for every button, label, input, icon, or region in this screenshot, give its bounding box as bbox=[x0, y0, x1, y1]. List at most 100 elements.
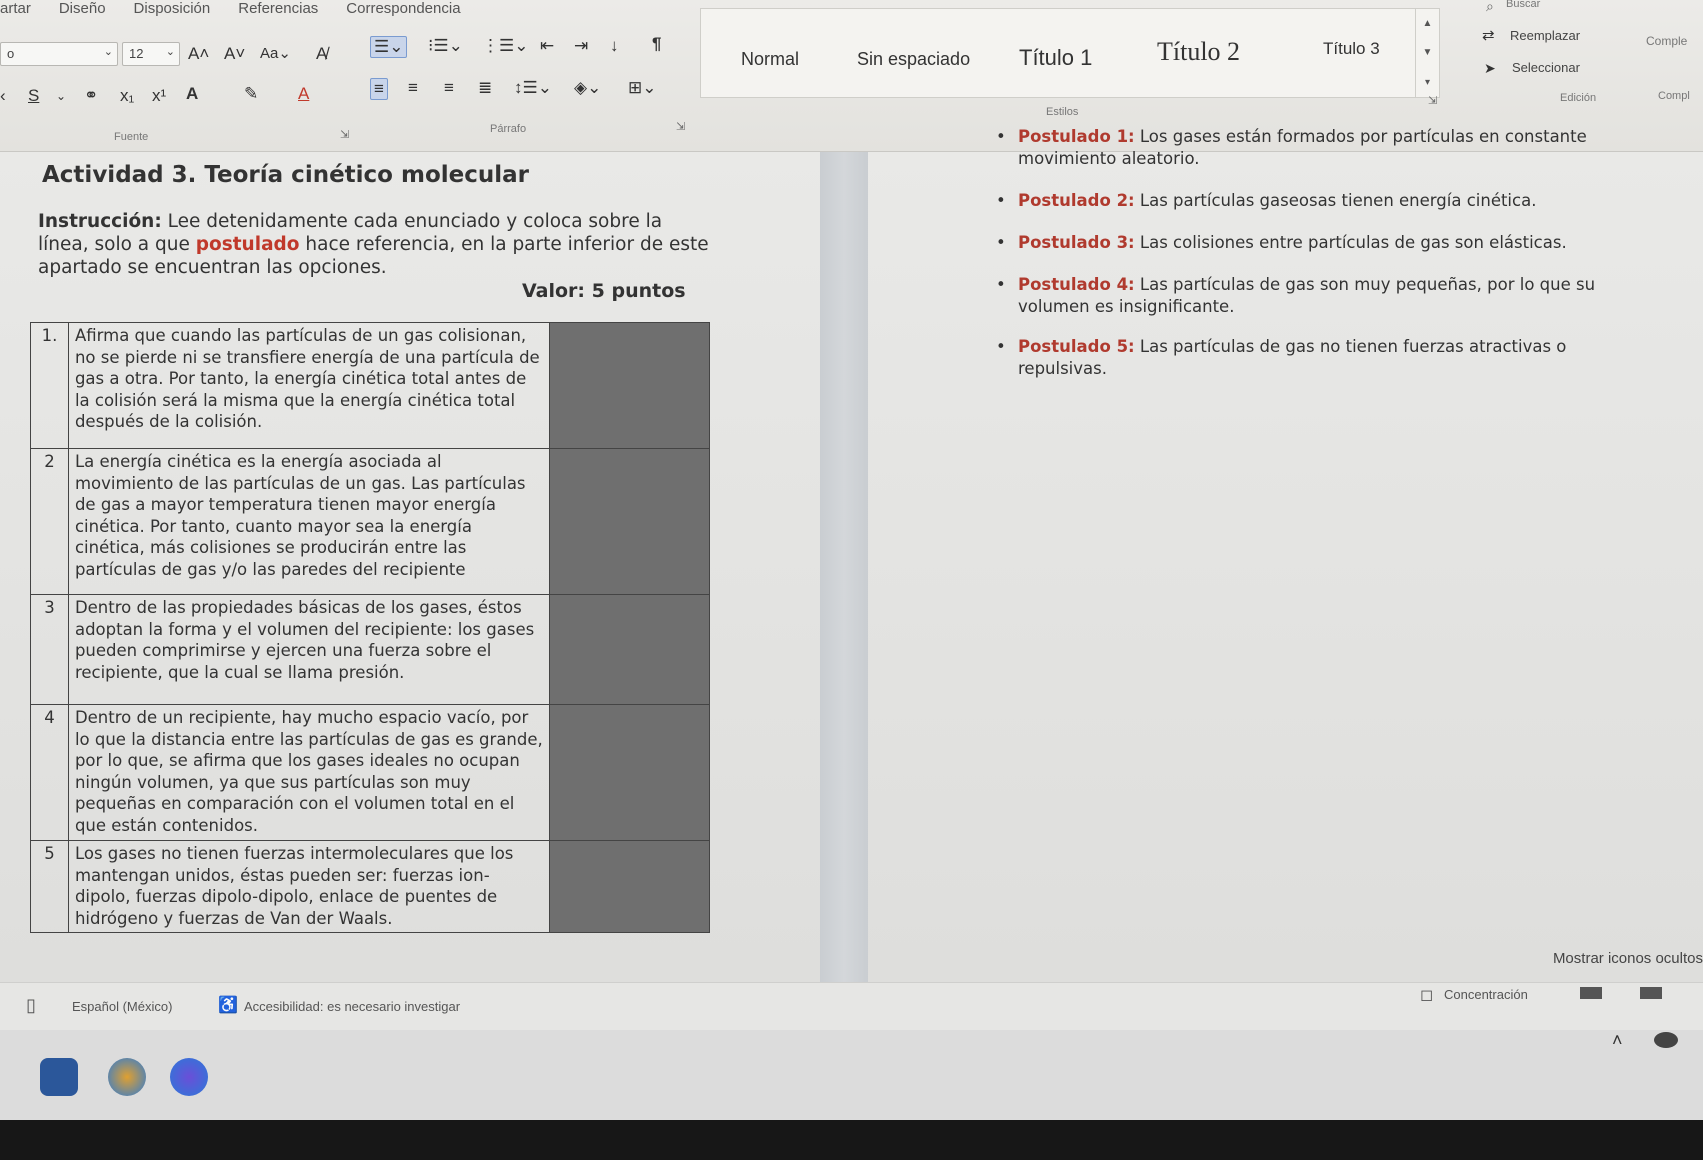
search-label[interactable]: Buscar bbox=[1506, 0, 1540, 10]
grow-font-icon[interactable]: A˄ bbox=[188, 44, 209, 64]
cursor-icon[interactable]: ➤ bbox=[1484, 58, 1496, 78]
answer-cell[interactable] bbox=[549, 840, 710, 933]
table-row: 5 Los gases no tienen fuerzas intermolec… bbox=[30, 840, 710, 933]
chevron-up-icon[interactable]: ˄ bbox=[1612, 1030, 1623, 1051]
chevron-down-icon[interactable]: ⌄ bbox=[56, 86, 66, 106]
dialog-launcher-icon[interactable]: ⇲ bbox=[676, 120, 685, 133]
focus-icon[interactable]: ◻ bbox=[1420, 985, 1433, 1005]
clear-formatting-icon[interactable]: A̸ bbox=[316, 44, 327, 64]
postulate-label: Postulado 4: bbox=[1018, 275, 1135, 294]
pilcrow-icon[interactable]: ¶ bbox=[652, 34, 661, 54]
bullet-icon: • bbox=[996, 233, 1006, 252]
tab-insert[interactable]: artar bbox=[0, 0, 31, 18]
dialog-launcher-icon[interactable]: ⇲ bbox=[340, 128, 349, 141]
instruction-keyword: postulado bbox=[195, 234, 300, 255]
page-left[interactable]: Actividad 3. Teoría cinético molecular I… bbox=[0, 152, 820, 982]
line-spacing-icon[interactable]: ↕☰⌄ bbox=[514, 78, 552, 98]
select-button[interactable]: Seleccionar bbox=[1512, 60, 1580, 75]
style-normal[interactable]: Normal bbox=[741, 49, 799, 70]
page-title: Actividad 3. Teoría cinético molecular bbox=[42, 162, 529, 188]
addin-group-label: Compl bbox=[1658, 90, 1690, 102]
row-statement: Afirma que cuando las partículas de un g… bbox=[67, 322, 551, 449]
align-left-icon[interactable]: ≡ bbox=[370, 78, 388, 100]
superscript-icon[interactable]: x¹ bbox=[152, 86, 166, 106]
strikethrough-icon[interactable]: S bbox=[28, 86, 39, 106]
postulate-item: • Postulado 5: Las partículas de gas no … bbox=[996, 336, 1618, 380]
tab-mailings[interactable]: Correspondencia bbox=[346, 0, 460, 18]
postulate-text: Las colisiones entre partículas de gas s… bbox=[1139, 233, 1567, 252]
word-app-icon[interactable] bbox=[40, 1058, 78, 1096]
answer-cell[interactable] bbox=[549, 322, 710, 449]
postulate-label: Postulado 1: bbox=[1018, 127, 1135, 146]
answer-cell[interactable] bbox=[549, 448, 710, 595]
chevron-left-icon[interactable]: ‹ bbox=[0, 86, 6, 106]
print-layout-icon[interactable] bbox=[1640, 987, 1662, 999]
font-name-dropdown[interactable]: o ⌄ bbox=[0, 42, 118, 66]
page-right[interactable]: • Postulado 1: Los gases están formados … bbox=[868, 127, 1703, 982]
style-no-spacing[interactable]: Sin espaciado bbox=[857, 49, 970, 70]
text-effects-icon[interactable]: A bbox=[186, 84, 198, 104]
cloud-icon[interactable] bbox=[1654, 1032, 1678, 1048]
font-group-label: Fuente bbox=[114, 131, 149, 143]
styles-group-label: Estilos bbox=[1046, 106, 1079, 118]
row-number: 4 bbox=[30, 704, 69, 841]
bullets-icon[interactable]: ☰⌄ bbox=[370, 36, 408, 58]
book-icon[interactable]: ▯ bbox=[26, 995, 36, 1016]
bullet-icon: • bbox=[996, 337, 1006, 356]
dialog-launcher-icon[interactable]: ⇲ bbox=[1428, 94, 1437, 107]
style-heading-1[interactable]: Título 1 bbox=[1019, 45, 1092, 71]
tab-design[interactable]: Diseño bbox=[59, 0, 106, 18]
subscript-icon[interactable]: x₁ bbox=[120, 86, 134, 106]
read-mode-icon[interactable] bbox=[1580, 987, 1602, 999]
link-icon[interactable]: ⚭ bbox=[84, 86, 98, 106]
row-number: 2 bbox=[30, 448, 69, 595]
show-hidden-icons-tooltip: Mostrar iconos ocultos bbox=[1552, 950, 1703, 967]
chevron-up-icon[interactable]: ▲ bbox=[1423, 18, 1433, 29]
align-right-icon[interactable]: ≡ bbox=[444, 78, 454, 98]
style-heading-3[interactable]: Título 3 bbox=[1323, 39, 1380, 59]
chevron-down-icon: ⌄ bbox=[103, 46, 113, 58]
chevron-down-icon[interactable]: ▼ bbox=[1423, 47, 1433, 58]
styles-scroll[interactable]: ▲ ▼ ▾ bbox=[1415, 9, 1439, 97]
replace-icon[interactable]: ⇄ bbox=[1482, 26, 1495, 46]
decrease-indent-icon[interactable]: ⇤ bbox=[540, 36, 554, 56]
numbering-icon[interactable]: ⁝☰⌄ bbox=[428, 36, 463, 56]
font-color-icon[interactable]: A bbox=[298, 84, 309, 104]
shrink-font-icon[interactable]: A˅ bbox=[224, 44, 245, 64]
sort-icon[interactable]: ↓ bbox=[610, 36, 619, 56]
replace-button[interactable]: Reemplazar bbox=[1510, 28, 1580, 43]
accessibility-icon[interactable]: ♿ bbox=[218, 995, 238, 1015]
tab-layout[interactable]: Disposición bbox=[134, 0, 211, 18]
accessibility-status[interactable]: Accesibilidad: es necesario investigar bbox=[244, 999, 460, 1014]
postulate-item: • Postulado 4: Las partículas de gas son… bbox=[996, 274, 1618, 318]
row-number: 1. bbox=[30, 322, 69, 449]
font-size-dropdown[interactable]: 12 ⌄ bbox=[122, 42, 180, 66]
styles-gallery: Normal Sin espaciado Título 1 Título 2 T… bbox=[700, 8, 1440, 98]
row-statement: La energía cinética es la energía asocia… bbox=[67, 448, 551, 595]
bullet-icon: • bbox=[996, 127, 1006, 146]
align-center-icon[interactable]: ≡ bbox=[408, 78, 418, 98]
increase-indent-icon[interactable]: ⇥ bbox=[574, 36, 588, 56]
ribbon-tabs: artar Diseño Disposición Referencias Cor… bbox=[0, 0, 461, 18]
copilot-icon[interactable] bbox=[108, 1058, 146, 1096]
answer-cell[interactable] bbox=[549, 594, 710, 705]
search-icon[interactable]: ⌕ bbox=[1486, 0, 1494, 16]
shading-icon[interactable]: ◈⌄ bbox=[574, 78, 601, 98]
table-row: 3 Dentro de las propiedades básicas de l… bbox=[30, 594, 710, 705]
tab-references[interactable]: Referencias bbox=[238, 0, 318, 18]
multilevel-list-icon[interactable]: ⋮☰⌄ bbox=[482, 36, 528, 56]
more-icon[interactable]: ▾ bbox=[1425, 77, 1430, 88]
instruction-lead: Instrucción: bbox=[38, 211, 162, 232]
borders-icon[interactable]: ⊞⌄ bbox=[628, 78, 657, 98]
focus-button[interactable]: Concentración bbox=[1444, 987, 1528, 1002]
justify-icon[interactable]: ≣ bbox=[478, 78, 492, 98]
language-status[interactable]: Español (México) bbox=[72, 999, 172, 1014]
style-heading-2[interactable]: Título 2 bbox=[1157, 37, 1240, 67]
highlight-icon[interactable]: ✎ bbox=[244, 84, 258, 104]
font-name-value: o bbox=[7, 46, 15, 61]
answer-cell[interactable] bbox=[549, 704, 710, 841]
addin-label[interactable]: Comple bbox=[1646, 34, 1687, 48]
change-case-icon[interactable]: Aa⌄ bbox=[260, 44, 291, 64]
browser-icon[interactable] bbox=[170, 1058, 208, 1096]
monitor-bezel bbox=[0, 1120, 1703, 1160]
